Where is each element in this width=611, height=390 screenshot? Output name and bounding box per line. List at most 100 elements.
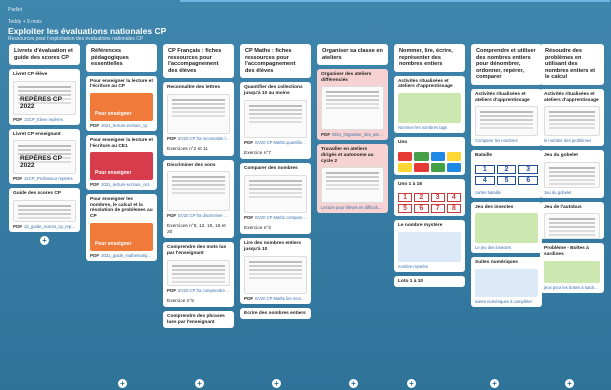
- post-card[interactable]: Ecrire des nombres entiers: [240, 307, 311, 320]
- post-card[interactable]: Le nombre mystère nombre mystère: [394, 220, 465, 272]
- image-thumbnail[interactable]: [544, 260, 600, 283]
- post-card[interactable]: Activités ritualisées et ateliers d'appr…: [540, 88, 604, 147]
- attachment-link[interactable]: Lecture pour élèves en difficulté au cyc…: [321, 205, 384, 210]
- number-cards-image[interactable]: 1 2 3 4 5 6 7 8: [394, 190, 465, 216]
- attachment-link[interactable]: EV20 CP Maths quantifier collections: [255, 140, 307, 145]
- document-thumbnail[interactable]: [13, 199, 76, 222]
- add-post-button[interactable]: +: [195, 379, 204, 388]
- document-thumbnail[interactable]: [544, 161, 600, 188]
- add-post-button[interactable]: +: [272, 379, 281, 388]
- document-thumbnail[interactable]: [244, 99, 307, 138]
- post-card[interactable]: Discriminer des sons PDF EV20 CP fra disc…: [163, 159, 234, 239]
- document-thumbnail[interactable]: [475, 106, 538, 137]
- attachment-link[interactable]: suites numériques à compléter: [475, 299, 532, 304]
- card-title: Travailler en ateliers dirigés et autono…: [321, 147, 374, 164]
- post-card[interactable]: Jeu des insectes Le jeu des insectes: [471, 201, 542, 254]
- document-thumbnail[interactable]: Pour enseigner: [90, 92, 153, 121]
- add-post-button[interactable]: +: [407, 379, 416, 388]
- post-card[interactable]: Comprendre des phrases lues par l'enseig…: [163, 311, 234, 329]
- number-card: 1: [475, 164, 495, 174]
- document-thumbnail[interactable]: [544, 213, 600, 240]
- card-title: Lire des nombres entiers jusqu'à 10: [244, 241, 302, 252]
- image-thumbnail[interactable]: [475, 213, 538, 244]
- post-card[interactable]: Guide des scores CP PDF 22_guide_scores_c…: [9, 188, 80, 232]
- image-thumbnail[interactable]: [398, 92, 461, 123]
- post-card[interactable]: Travailler en ateliers dirigés et autono…: [317, 144, 388, 214]
- post-card[interactable]: Loto 1 à 10: [394, 275, 465, 288]
- add-post-button[interactable]: +: [490, 379, 499, 388]
- post-card[interactable]: Livret CP enseignant REPÈRES CP 2022 PDF…: [9, 128, 80, 185]
- document-thumbnail[interactable]: Pour enseigner: [90, 222, 153, 251]
- document-thumbnail[interactable]: [544, 106, 600, 137]
- post-card[interactable]: Comprendre des mots lus par l'enseignant…: [163, 242, 234, 308]
- attachment-link[interactable]: Jeu du gobelet: [544, 190, 571, 195]
- image-thumbnail[interactable]: [475, 268, 538, 297]
- attachment-link[interactable]: 22_guide_scores_cp_reperes: [24, 224, 76, 229]
- post-card[interactable]: Reconnaître des lettres PDF EV20 CP fra r…: [163, 82, 234, 156]
- document-thumbnail[interactable]: [321, 167, 384, 204]
- image-thumbnail[interactable]: [398, 231, 461, 262]
- number-card: 5: [398, 204, 413, 214]
- attachment-link[interactable]: EV20 CP fra reconnaitre lettres: [178, 136, 230, 141]
- card-title: Jeu de l'autobus: [544, 204, 582, 210]
- attachment-link[interactable]: jeux pour les boites à sardines: [544, 285, 600, 290]
- document-thumbnail[interactable]: [244, 255, 307, 294]
- attachment-link[interactable]: Nommer les nombres tags: [398, 125, 447, 130]
- document-thumbnail[interactable]: [244, 174, 307, 213]
- post-card[interactable]: Jeu de l'autobus: [540, 201, 604, 240]
- uno-cards-image[interactable]: [394, 149, 465, 175]
- attachment-link[interactable]: nombre mystère: [398, 264, 428, 269]
- post-card[interactable]: Suites numériques suites numériques à co…: [471, 257, 542, 307]
- attachment-link[interactable]: EV20 CP Maths lire nombres: [255, 296, 307, 301]
- number-cards-image[interactable]: 1 2 3 4 5 6: [471, 162, 542, 188]
- post-card[interactable]: Uno: [394, 136, 465, 175]
- post-card[interactable]: Comparer des nombres PDF EV20 CP Maths co…: [240, 163, 311, 235]
- post-card[interactable]: Quantifier des collections jusqu'à 10 au…: [240, 82, 311, 160]
- attachment-link[interactable]: Comparer les nombres: [475, 138, 518, 143]
- pdf-badge: PDF: [13, 176, 23, 182]
- document-thumbnail[interactable]: Pour enseigner: [90, 152, 153, 181]
- card-title: Livret CP élève: [13, 72, 48, 78]
- add-post-button[interactable]: +: [118, 379, 127, 388]
- post-card[interactable]: Livret CP élève REPÈRES CP 2022 PDF 22CP_…: [9, 69, 80, 125]
- attachment-link[interactable]: le nombre des problèmes: [544, 138, 591, 143]
- post-card[interactable]: Pour enseigner la lecture et l'écriture …: [86, 75, 157, 131]
- attachment-link[interactable]: 22CP_Eleve repères: [24, 117, 63, 122]
- add-post-button[interactable]: +: [565, 379, 574, 388]
- document-thumbnail[interactable]: [167, 259, 230, 286]
- attachment-link[interactable]: EDU_Organiser_des_ateliers_differencies_…: [332, 132, 384, 137]
- post-card[interactable]: Activités ritualisées et ateliers d'appr…: [394, 75, 465, 133]
- post-card[interactable]: Organiser des ateliers différenciés PDF E…: [317, 69, 388, 141]
- document-thumbnail[interactable]: REPÈRES CP 2022: [13, 80, 76, 115]
- column-title: Organiser sa classe en ateliers: [317, 44, 388, 66]
- document-thumbnail[interactable]: [167, 171, 230, 212]
- attachment-link[interactable]: 2021_lecture-ecriture_cp: [101, 123, 147, 128]
- attachment-link[interactable]: 2021_guide_mathematiques_CP: [101, 253, 153, 258]
- document-thumbnail[interactable]: REPÈRES CP 2022: [13, 140, 76, 175]
- document-thumbnail[interactable]: [321, 86, 384, 131]
- post-card[interactable]: Activités ritualisées et ateliers d'appr…: [471, 88, 542, 147]
- breadcrumb[interactable]: Teddy + 9 mois: [8, 19, 603, 25]
- card-note: Exercice n°5: [167, 298, 194, 304]
- attachment-link[interactable]: 2021_lecture-ecriture_ce1: [101, 182, 150, 187]
- post-card[interactable]: Lire des nombres entiers jusqu'à 10 PDF E…: [240, 238, 311, 304]
- attachment-link[interactable]: Le jeu des insectes: [475, 245, 511, 250]
- post-card[interactable]: Problème - Boîtes à sardines jeux pour l…: [540, 243, 604, 293]
- attachment-link[interactable]: EV20 CP Maths comparer nombres: [255, 215, 307, 220]
- board-header: Padlet Teddy + 9 mois Exploiter les éval…: [8, 7, 603, 42]
- document-thumbnail[interactable]: [167, 93, 230, 134]
- column-title: Livrets d'évaluation et guide des scores…: [9, 44, 80, 66]
- post-card[interactable]: Uno 1 à 16 1 2 3 4 5 6 7 8: [394, 178, 465, 217]
- column-resoudre: Résoudre des problèmes en utilisant des …: [540, 44, 604, 297]
- card-title: Pour enseigner la lecture et l'écriture …: [90, 137, 153, 149]
- attachment-link[interactable]: EV20 CP fra comprendre mots: [178, 288, 230, 293]
- attachment-link[interactable]: cartes bataille: [475, 190, 501, 195]
- add-post-button[interactable]: +: [349, 379, 358, 388]
- post-card[interactable]: Jeu du gobelet Jeu du gobelet: [540, 150, 604, 198]
- post-card[interactable]: Bataille 1 2 3 4 5 6 cartes bataille: [471, 150, 542, 198]
- attachment-link[interactable]: EV20 CP fra discriminer sons: [178, 213, 230, 218]
- post-card[interactable]: Pour enseigner les nombres, le calcul et…: [86, 194, 157, 261]
- post-card[interactable]: Pour enseigner la lecture et l'écriture …: [86, 134, 157, 191]
- attachment-link[interactable]: 22CP_Professeur repères: [24, 176, 72, 181]
- add-post-button[interactable]: +: [40, 235, 49, 245]
